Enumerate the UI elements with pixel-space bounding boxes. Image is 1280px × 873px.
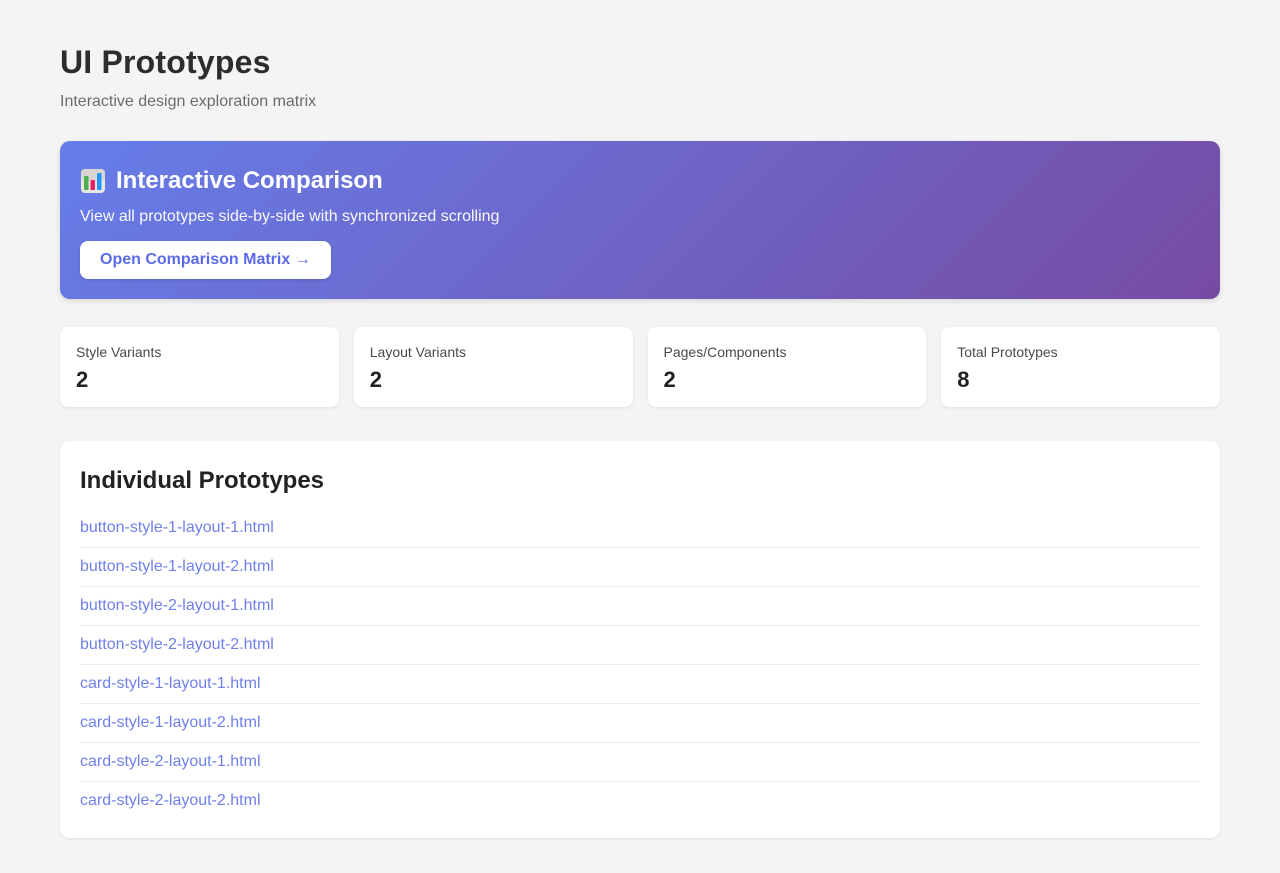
stat-card-layout-variants: Layout Variants 2 xyxy=(353,327,633,407)
open-comparison-matrix-button[interactable]: Open Comparison Matrix → xyxy=(80,241,331,279)
stat-value: 8 xyxy=(957,367,970,392)
stat-label: Total Prototypes xyxy=(957,344,1058,360)
stat-card-total-prototypes: Total Prototypes 8 xyxy=(941,327,1220,407)
prototype-link[interactable]: card-style-2-layout-1.html xyxy=(80,753,261,770)
stat-value: 2 xyxy=(663,367,676,392)
stat-card-style-variants: Style Variants 2 xyxy=(60,327,339,407)
page-title: UI Prototypes xyxy=(60,44,271,80)
bar-chart-icon xyxy=(80,168,106,194)
prototype-link[interactable]: button-style-1-layout-2.html xyxy=(80,558,274,575)
prototype-list: button-style-1-layout-1.html button-styl… xyxy=(80,509,1200,820)
prototype-link[interactable]: card-style-2-layout-2.html xyxy=(80,792,261,809)
interactive-comparison-banner: Interactive Comparison View all prototyp… xyxy=(60,141,1220,299)
stat-value: 2 xyxy=(369,367,382,392)
individual-prototypes-heading: Individual Prototypes xyxy=(80,467,325,494)
list-item: button-style-2-layout-1.html xyxy=(80,587,1200,626)
banner-title-row: Interactive Comparison xyxy=(80,165,1200,197)
banner-title: Interactive Comparison xyxy=(116,167,383,194)
page: UI Prototypes Interactive design explora… xyxy=(0,0,1280,873)
stat-label: Style Variants xyxy=(76,344,162,360)
individual-prototypes-card: Individual Prototypes button-style-1-lay… xyxy=(60,441,1220,838)
list-item: button-style-1-layout-1.html xyxy=(80,509,1200,548)
list-item: card-style-2-layout-2.html xyxy=(80,782,1200,820)
list-item: card-style-1-layout-1.html xyxy=(80,665,1200,704)
page-subtitle: Interactive design exploration matrix xyxy=(60,93,317,110)
banner-description: View all prototypes side-by-side with sy… xyxy=(80,208,500,225)
stat-card-pages-components: Pages/Components 2 xyxy=(647,327,927,407)
stat-label: Layout Variants xyxy=(369,344,466,360)
stats-row: Style Variants 2 Layout Variants 2 Pages… xyxy=(60,327,1220,407)
stat-label: Pages/Components xyxy=(663,344,787,360)
prototype-link[interactable]: button-style-1-layout-1.html xyxy=(80,519,274,536)
stat-value: 2 xyxy=(76,367,89,392)
prototype-link[interactable]: button-style-2-layout-2.html xyxy=(80,636,274,653)
list-item: button-style-1-layout-2.html xyxy=(80,548,1200,587)
list-item: card-style-1-layout-2.html xyxy=(80,704,1200,743)
prototype-link[interactable]: card-style-1-layout-2.html xyxy=(80,714,261,731)
prototype-link[interactable]: card-style-1-layout-1.html xyxy=(80,675,261,692)
list-item: button-style-2-layout-2.html xyxy=(80,626,1200,665)
prototype-link[interactable]: button-style-2-layout-1.html xyxy=(80,597,274,614)
list-item: card-style-2-layout-1.html xyxy=(80,743,1200,782)
